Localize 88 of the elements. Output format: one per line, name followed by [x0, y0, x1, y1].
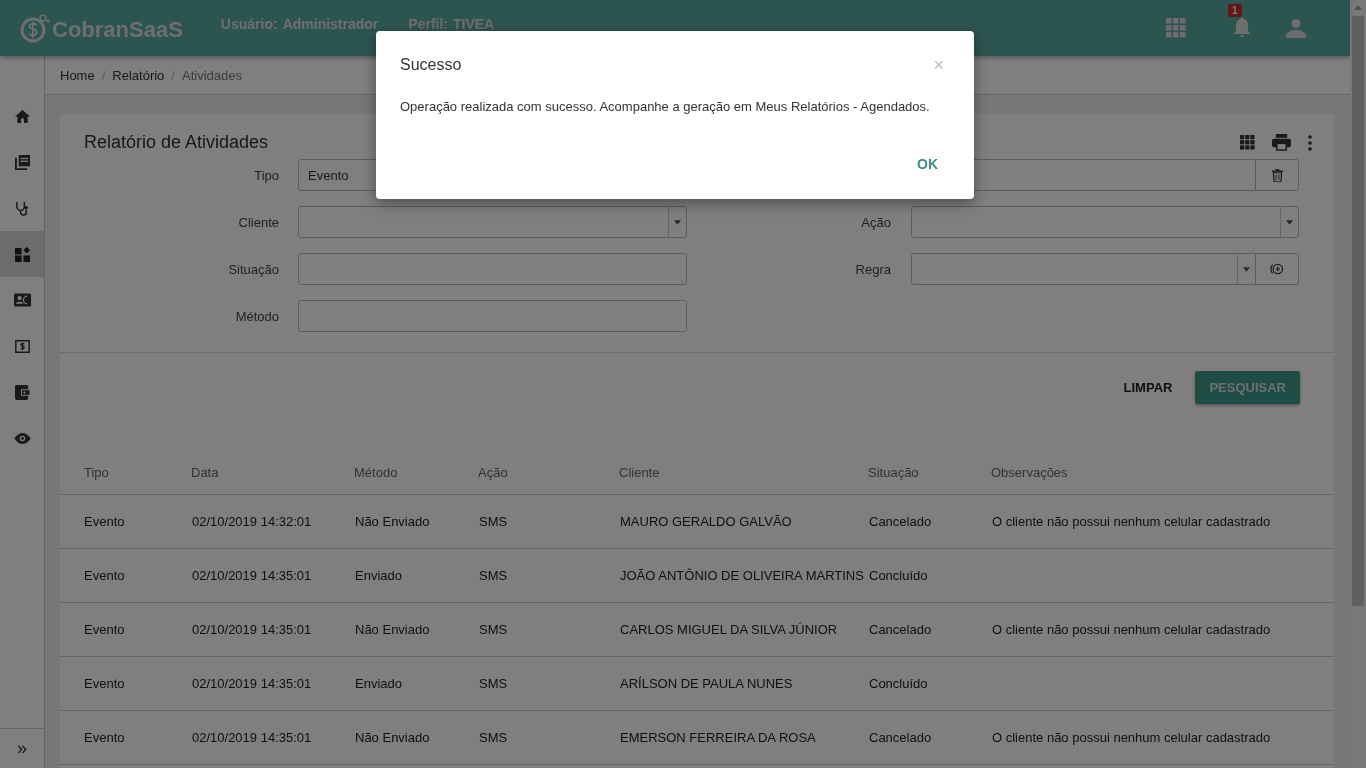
column-header: Situação [868, 450, 991, 495]
field-label: Regra [854, 261, 891, 277]
table-cell: Não Enviado [355, 514, 430, 529]
column-header: Cliente [619, 450, 868, 495]
library-icon [14, 154, 30, 170]
profile-label: Perfil: [408, 16, 448, 32]
widgets-icon [14, 246, 30, 262]
money-icon [14, 339, 30, 353]
notification-bell-icon[interactable] [1232, 15, 1252, 38]
contact-card-icon [13, 293, 31, 307]
wallet-icon [14, 384, 30, 400]
table-cell: Enviado [355, 676, 402, 691]
brand-name: CobranSaaS [52, 17, 183, 43]
table-cell: ARÍLSON DE PAULA NUNES [620, 676, 793, 691]
table-cell: Evento [84, 568, 125, 583]
table-cell: MAURO GERALDO GALVÃO [620, 514, 792, 529]
user-name: Administrador [282, 16, 379, 32]
table-cell: 02/10/2019 14:32:01 [192, 514, 312, 529]
table-cell: Evento [84, 622, 125, 637]
add-rule-button[interactable] [1256, 253, 1299, 285]
table-cell: SMS [479, 622, 508, 637]
table-cell: JOÃO ANTÔNIO DE OLIVEIRA MARTINS [620, 568, 864, 583]
select-field[interactable] [911, 253, 1256, 285]
input-field[interactable] [298, 300, 687, 332]
ok-button[interactable]: OK [905, 149, 950, 178]
table-cell: 02/10/2019 14:35:01 [192, 676, 312, 691]
input-field[interactable] [298, 253, 687, 285]
user-label: Usuário: [220, 16, 278, 32]
breadcrumb-link[interactable]: Home [60, 67, 95, 83]
table-cell: Não Enviado [355, 622, 430, 637]
table-cell: Evento [84, 676, 125, 691]
column-header: Método [354, 450, 478, 495]
table-cell: SMS [479, 676, 508, 691]
field-label: Método [234, 308, 279, 324]
table-cell: Concluído [869, 568, 928, 583]
table-cell: O cliente não possui nenhum celular cadastrado [992, 730, 1271, 745]
column-header: Data [191, 450, 354, 495]
column-header: Observações [991, 450, 1334, 495]
table-cell: Enviado [355, 568, 402, 583]
printer-icon[interactable] [1272, 134, 1291, 151]
grid-icon[interactable] [1240, 135, 1255, 150]
select-field[interactable] [911, 206, 1299, 238]
profile-name: TIVEA [453, 16, 495, 32]
breadcrumb-separator: / [171, 67, 175, 83]
column-header: Ação [478, 450, 619, 495]
breadcrumb-link[interactable]: Relatório [112, 67, 165, 83]
table-cell: O cliente não possui nenhum celular cadastrado [992, 622, 1271, 637]
table-cell: Cancelado [869, 514, 932, 529]
dialog-message: Operação realizada com sucesso. Acompanhe a geração em Meus Relatórios - Agendados. [400, 99, 931, 114]
field-label: Ação [860, 214, 891, 230]
table-cell: 02/10/2019 14:35:01 [192, 568, 312, 583]
table-cell: Evento [84, 730, 125, 745]
field-label: Cliente [237, 214, 279, 230]
table-cell: Cancelado [869, 622, 932, 637]
notification-count: 1 [1228, 3, 1242, 17]
table-cell: EMERSON FERREIRA DA ROSA [620, 730, 816, 745]
table-cell: SMS [479, 730, 508, 745]
delete-button[interactable] [1256, 159, 1299, 191]
card-title: Relatório de Atividades [84, 132, 269, 153]
table-cell: 02/10/2019 14:35:01 [192, 730, 312, 745]
stethoscope-icon [14, 200, 30, 216]
trash-icon [1271, 168, 1283, 182]
caret-icon [1243, 266, 1250, 272]
field-label: Tipo [253, 167, 279, 183]
breadcrumb-link[interactable]: Atividades [181, 67, 242, 83]
breadcrumb-separator: / [101, 67, 106, 83]
table-cell: CARLOS MIGUEL DA SILVA JÚNIOR [620, 622, 838, 637]
clear-button[interactable]: LIMPAR [1117, 379, 1179, 396]
select-field[interactable] [298, 206, 687, 238]
coin-logo-icon [20, 13, 50, 43]
add-circle-icon [1270, 263, 1284, 275]
dialog-title: Sucesso [400, 56, 462, 74]
sidebar-item[interactable] [0, 231, 44, 277]
caret-icon [674, 219, 681, 225]
more-options-icon[interactable] [1308, 134, 1312, 151]
table-cell: Evento [84, 514, 125, 529]
table-cell: O cliente não possui nenhum celular cadastrado [992, 514, 1271, 529]
table-cell: SMS [479, 568, 508, 583]
table-cell: SMS [479, 514, 508, 529]
field-label: Situação [227, 261, 279, 277]
table-cell: Não Enviado [355, 730, 430, 745]
table-cell: 02/10/2019 14:35:01 [192, 622, 312, 637]
column-header: Tipo [60, 450, 191, 495]
caret-icon [1286, 219, 1293, 225]
eye-icon [13, 432, 31, 444]
table-cell: Cancelado [869, 730, 932, 745]
home-icon [14, 108, 30, 124]
table-cell: Concluído [869, 676, 928, 691]
